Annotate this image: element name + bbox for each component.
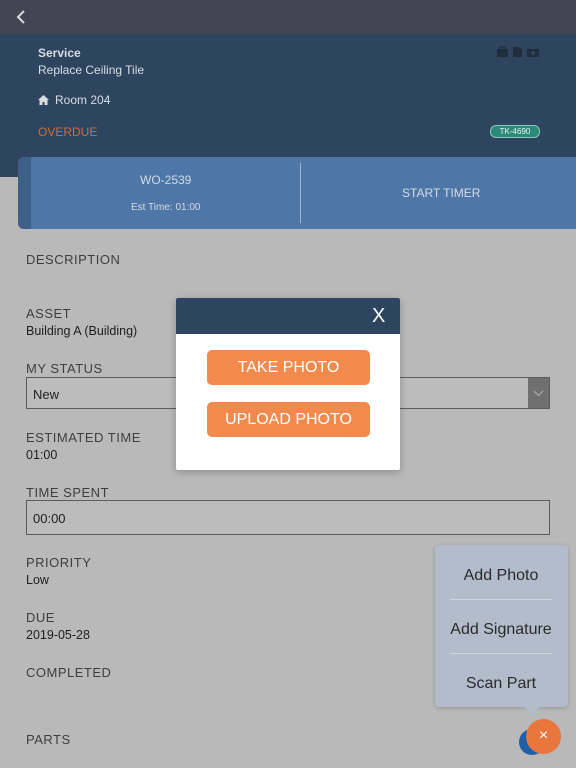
my-status-label: MY STATUS <box>26 361 103 376</box>
camera-icon[interactable] <box>527 49 539 57</box>
priority-label: PRIORITY <box>26 555 92 570</box>
menu-pointer <box>524 707 540 715</box>
my-status-value: New <box>33 387 60 402</box>
time-spent-value: 00:00 <box>33 511 66 526</box>
take-photo-button[interactable]: TAKE PHOTO <box>207 350 370 385</box>
card-stripe <box>18 157 31 229</box>
add-photo-menu-item[interactable]: Add Photo <box>450 549 552 602</box>
modal-close-button[interactable]: X <box>372 305 385 328</box>
estimated-time-label: ESTIMATED TIME <box>26 430 141 445</box>
select-chevron-box[interactable] <box>528 378 549 408</box>
work-order-card: WO-2539 Est Time: 01:00 START TIMER <box>18 157 576 229</box>
card-divider <box>300 163 301 223</box>
service-title: Replace Ceiling Tile <box>38 63 145 77</box>
header-icons <box>497 46 539 57</box>
back-chevron-icon[interactable] <box>14 9 28 25</box>
service-category: Service <box>38 46 81 60</box>
start-timer-button[interactable]: START TIMER <box>402 186 480 200</box>
home-icon <box>38 95 49 105</box>
chevron-down-icon <box>533 390 544 397</box>
upload-photo-button[interactable]: UPLOAD PHOTO <box>207 402 370 437</box>
fab-action-menu: Add Photo Add Signature Scan Part <box>435 545 568 707</box>
priority-value: Low <box>26 573 49 587</box>
menu-divider <box>450 599 552 600</box>
completed-label: COMPLETED <box>26 665 112 680</box>
estimated-time-value: 01:00 <box>26 448 58 462</box>
asset-label: ASSET <box>26 306 72 321</box>
due-label: DUE <box>26 610 55 625</box>
work-order-number: WO-2539 <box>140 173 192 187</box>
estimated-time-summary: Est Time: 01:00 <box>131 202 201 213</box>
due-value: 2019-05-28 <box>26 628 90 642</box>
work-order-header: Service Replace Ceiling Tile Room 204 OV… <box>0 34 576 177</box>
briefcase-icon[interactable] <box>497 46 508 57</box>
parts-label: PARTS <box>26 732 71 747</box>
ticket-badge: TK-4690 <box>490 125 540 138</box>
modal-header: X <box>176 298 400 334</box>
add-signature-menu-item[interactable]: Add Signature <box>450 603 552 656</box>
time-spent-input[interactable]: 00:00 <box>26 500 550 535</box>
photo-modal: X TAKE PHOTO UPLOAD PHOTO <box>176 298 400 470</box>
asset-value: Building A (Building) <box>26 324 138 338</box>
menu-divider <box>450 653 552 654</box>
fab-close-button[interactable]: × <box>526 719 561 754</box>
document-icon[interactable] <box>513 47 522 57</box>
overdue-status: OVERDUE <box>38 125 98 139</box>
location-label: Room 204 <box>55 93 111 107</box>
time-spent-label: TIME SPENT <box>26 485 110 500</box>
scan-part-menu-item[interactable]: Scan Part <box>450 657 552 710</box>
description-label: DESCRIPTION <box>26 252 121 267</box>
top-bar <box>0 0 576 34</box>
